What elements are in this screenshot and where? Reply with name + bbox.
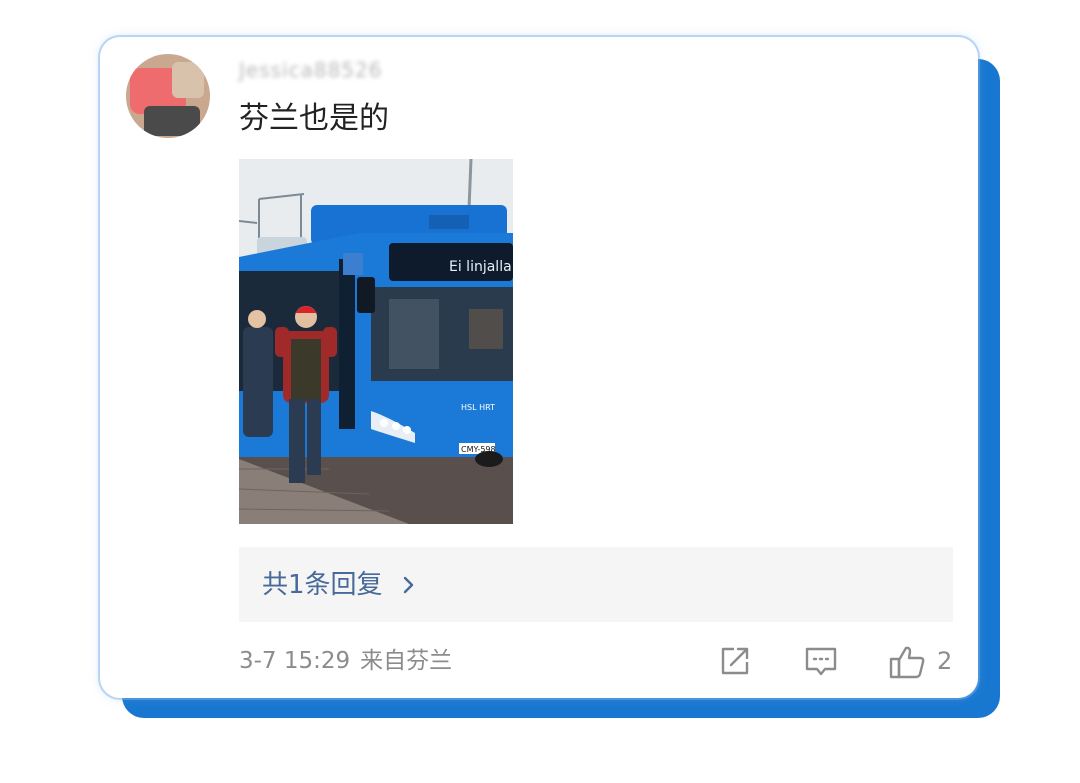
like-count: 2 bbox=[937, 647, 953, 675]
thumbs-up-icon[interactable] bbox=[888, 643, 926, 681]
replies-link[interactable]: 共1条回复 bbox=[262, 567, 383, 603]
bus-destination-text: Ei linjalla bbox=[449, 259, 512, 275]
comment-meta: 3-7 15:29 来自芬兰 bbox=[239, 645, 452, 677]
share-icon[interactable] bbox=[717, 643, 753, 679]
source-location: 来自芬兰 bbox=[360, 648, 453, 674]
comment-text: 芬兰也是的 bbox=[239, 101, 389, 136]
username[interactable]: Jessica88526 bbox=[239, 57, 382, 83]
comment-icon[interactable] bbox=[803, 643, 839, 679]
stage: Jessica88526 芬兰也是的 Ei linjalla HSL HRT C… bbox=[0, 0, 1080, 783]
comment-card: Jessica88526 芬兰也是的 Ei linjalla HSL HRT C… bbox=[100, 37, 978, 698]
replies-panel[interactable]: 共1条回复 bbox=[239, 547, 953, 622]
avatar[interactable] bbox=[126, 54, 210, 138]
timestamp: 3-7 15:29 bbox=[239, 648, 351, 674]
comment-photo[interactable]: Ei linjalla HSL HRT CMY-598 bbox=[239, 159, 513, 524]
chevron-right-icon bbox=[403, 576, 414, 594]
bus-logo-text: HSL HRT bbox=[461, 403, 495, 412]
bus-photo-illustration: Ei linjalla HSL HRT CMY-598 bbox=[239, 159, 513, 524]
